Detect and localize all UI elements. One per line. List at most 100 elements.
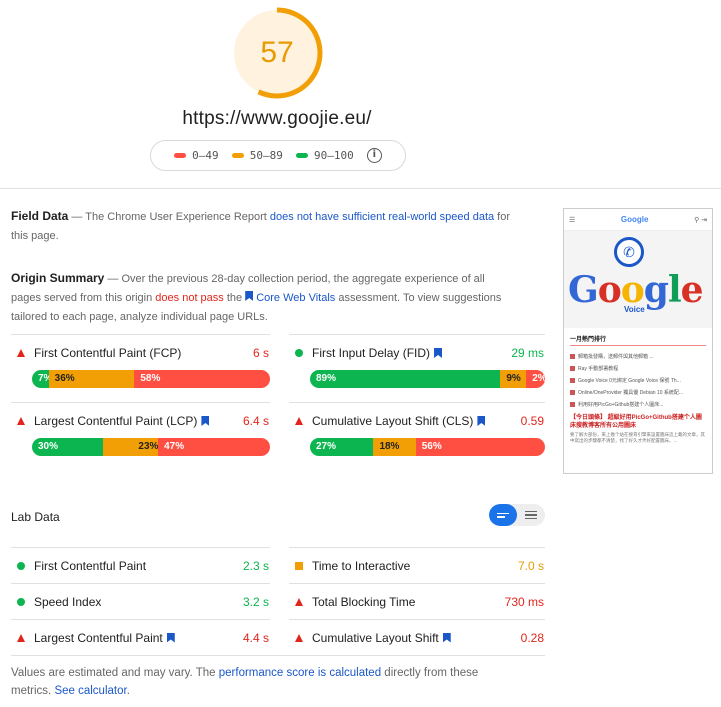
bar-good: 89%	[310, 370, 501, 388]
lab-divider	[11, 655, 545, 656]
search-icon: ⚲ ⇥	[694, 216, 707, 224]
bar-average: 18%	[373, 438, 416, 456]
average-swatch	[231, 153, 244, 158]
good-dot-icon	[292, 349, 306, 357]
bar-average: 36%	[48, 370, 135, 388]
insufficient-data-link[interactable]: does not have sufficient real-world spee…	[270, 211, 494, 223]
expanded-list-icon	[525, 510, 537, 520]
legend-good-label: 90–100	[314, 149, 354, 162]
lab-metric-value: 730 ms	[504, 594, 544, 609]
origin-summary-title: Origin Summary	[11, 271, 105, 285]
score-legend: 0–49 50–89 90–100 i	[150, 140, 406, 171]
poor-triangle-icon	[292, 597, 306, 606]
thumbnail-article-text: 要了解大部份，來上幾个站在搜尋引擎來設置圖床這上載的文章，其中寫出的步驟都不清楚…	[570, 432, 705, 443]
bar-average: 9%	[500, 370, 527, 388]
menu-icon: ☰	[569, 216, 576, 224]
hero-sub: Voice	[624, 305, 645, 314]
metric-name: Largest Contentful Paint (LCP)	[34, 414, 198, 428]
metric-name: Cumulative Layout Shift (CLS)	[312, 414, 474, 428]
footer-note: Values are estimated and may vary. The p…	[11, 664, 521, 700]
core-web-vital-bookmark-icon	[442, 632, 451, 643]
metric-fid: First Input Delay (FID) 29 ms 89% 9% 2%	[289, 334, 545, 402]
core-web-vital-bookmark-icon	[477, 416, 486, 426]
performance-score-value: 57	[260, 36, 294, 69]
bar-poor: 58%	[134, 370, 270, 388]
legend-average: 50–89	[231, 149, 283, 162]
thumbnail-section-title: 一月熱門排行	[570, 334, 706, 346]
collapsed-list-icon	[497, 512, 509, 518]
bar-poor: 47%	[158, 438, 270, 456]
distribution-bar: 89% 9% 2%	[310, 370, 545, 388]
lab-metric-value: 0.28	[520, 630, 544, 645]
list-item: Online/OneProvider 獨具優 Debian 10 系統配...	[570, 386, 706, 398]
good-swatch	[296, 153, 308, 158]
metric-value: 29 ms	[511, 346, 544, 360]
lab-metric-tti: Time to Interactive 7.0 s	[289, 547, 545, 583]
core-web-vital-bookmark-icon	[201, 416, 210, 426]
lab-metric-name: Speed Index	[34, 594, 102, 609]
distribution-bar: 27% 18% 56%	[310, 438, 545, 456]
core-web-vitals-link[interactable]: Core Web Vitals	[245, 291, 336, 304]
lab-metric-value: 7.0 s	[517, 558, 544, 573]
info-icon[interactable]: i	[366, 148, 382, 163]
thumbnail-list: 一月熱門排行 郵箱批發購，送郵件與其他郵箱 ... Ray 手動部署教程 Goo…	[564, 328, 712, 444]
analyzed-url: https://www.goojie.eu/	[182, 108, 372, 129]
average-square-icon	[292, 561, 306, 570]
core-web-vitals-link-label: Core Web Vitals	[256, 292, 336, 304]
score-calculated-link[interactable]: performance score is calculated	[219, 667, 381, 679]
cwv-fail-text: does not pass	[155, 292, 224, 304]
metric-cls: Cumulative Layout Shift (CLS) 0.59 27% 18…	[289, 402, 545, 470]
legend-good: 90–100	[296, 149, 354, 162]
lab-metric-value: 4.4 s	[242, 630, 269, 645]
page-screenshot-thumbnail: ☰ Google ⚲ ⇥ ✆ Google Voice 一月熱門排行 郵箱批發購…	[563, 208, 713, 474]
expanded-view-button[interactable]	[517, 504, 545, 526]
metric-value: 6.4 s	[242, 414, 269, 428]
bar-good: 7%	[32, 370, 52, 388]
metric-lcp: Largest Contentful Paint (LCP) 6.4 s 30% …	[11, 402, 270, 470]
legend-average-label: 50–89	[249, 149, 283, 162]
lab-metric-name: Total Blocking Time	[312, 594, 416, 609]
good-dot-icon	[14, 561, 28, 570]
good-dot-icon	[14, 597, 28, 606]
lab-metric-value: 3.2 s	[242, 594, 269, 609]
list-item: 利用好用PicGo+Github搭建个人圖床...	[570, 398, 706, 410]
section-divider	[0, 188, 721, 189]
footer-text: Values are estimated and may vary. The	[11, 667, 219, 679]
thumbnail-hero-image: ✆ Google Voice	[564, 231, 712, 328]
view-toggle[interactable]	[489, 504, 545, 526]
metric-value: 0.59	[520, 414, 544, 428]
lab-metric-cls: Cumulative Layout Shift 0.28	[289, 619, 545, 655]
thumbnail-header: ☰ Google ⚲ ⇥	[564, 209, 712, 231]
list-item: 郵箱批發購，送郵件與其他郵箱 ...	[570, 350, 706, 362]
lab-metric-name: First Contentful Paint	[34, 558, 147, 573]
poor-triangle-icon	[292, 417, 306, 425]
bar-good: 30%	[32, 438, 104, 456]
origin-summary-text-2: the	[223, 292, 246, 304]
thumbnail-logo: Google	[620, 215, 649, 224]
poor-triangle-icon	[14, 349, 28, 357]
list-item: Google Voice 0元綁定 Google Voice 保號 Th...	[570, 374, 706, 386]
phone-icon: ✆	[614, 237, 644, 267]
thumbnail-article-title: 【今日頭條】 超級好用PicGo+Github搭建个人圖床搜教博客所有公用圖床	[570, 415, 702, 429]
lab-metric-lcp: Largest Contentful Paint 4.4 s	[11, 619, 270, 655]
lab-metric-fcp: First Contentful Paint 2.3 s	[11, 547, 270, 583]
performance-score-gauge: 57	[230, 6, 324, 100]
summary-view-button[interactable]	[489, 504, 517, 526]
poor-triangle-icon	[292, 633, 306, 642]
metric-value: 6 s	[252, 346, 269, 360]
metric-fcp: First Contentful Paint (FCP) 6 s 7% 36% 5…	[11, 334, 270, 402]
lab-metric-tbt: Total Blocking Time 730 ms	[289, 583, 545, 619]
lab-metric-value: 2.3 s	[242, 558, 269, 573]
distribution-bar: 7% 36% 58%	[32, 370, 270, 388]
poor-triangle-icon	[14, 417, 28, 425]
metric-name: First Input Delay (FID)	[312, 346, 431, 360]
list-item: Ray 手動部署教程	[570, 362, 706, 374]
poor-swatch	[174, 153, 187, 158]
bar-poor: 2%	[526, 370, 545, 388]
poor-triangle-icon	[14, 633, 28, 642]
see-calculator-link[interactable]: See calculator	[54, 685, 126, 697]
lab-metric-name: Cumulative Layout Shift	[312, 630, 439, 645]
field-data-section: Field Data — The Chrome User Experience …	[11, 207, 511, 246]
distribution-bar: 30% 23% 47%	[32, 438, 270, 456]
bookmark-icon	[245, 291, 254, 301]
